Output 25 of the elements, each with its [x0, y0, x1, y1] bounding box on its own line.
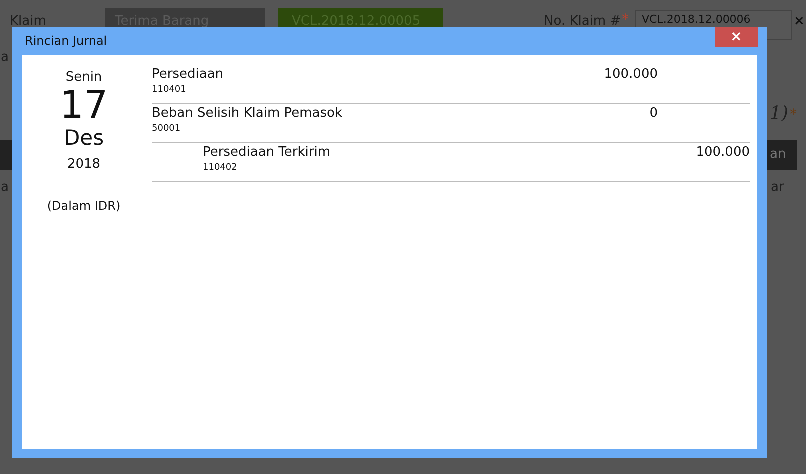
account-name: Persediaan Terkirim	[203, 145, 332, 161]
table-cell: ar	[771, 180, 784, 195]
dialog-title: Rincian Jurnal	[24, 34, 108, 48]
debit-amount: 100.000	[604, 67, 658, 82]
field-label: a	[1, 50, 9, 65]
account-code: 110402	[203, 162, 238, 175]
currency-note: (Dalam IDR)	[47, 199, 121, 213]
table-cell: a	[1, 180, 9, 195]
year-label: 2018	[67, 157, 101, 172]
account-code: 50001	[152, 123, 182, 136]
weekday-label: Senin	[66, 70, 102, 85]
account-name: Persediaan	[152, 67, 225, 83]
account-code: 110401	[152, 84, 188, 97]
close-button[interactable]: ×	[715, 27, 758, 47]
field-label: Klaim	[10, 14, 46, 29]
account-name: Beban Selisih Klaim Pemasok	[152, 106, 344, 122]
required-mark: *	[622, 12, 629, 28]
credit-amount: 100.000	[696, 145, 750, 160]
field-label: No. Klaim #	[544, 14, 622, 29]
debit-amount: 0	[650, 106, 658, 121]
required-mark: *	[790, 107, 797, 123]
month-label: Des	[64, 125, 104, 151]
table-header: an	[767, 140, 797, 170]
clear-icon[interactable]: ×	[794, 14, 805, 29]
day-number: 17	[60, 85, 108, 125]
